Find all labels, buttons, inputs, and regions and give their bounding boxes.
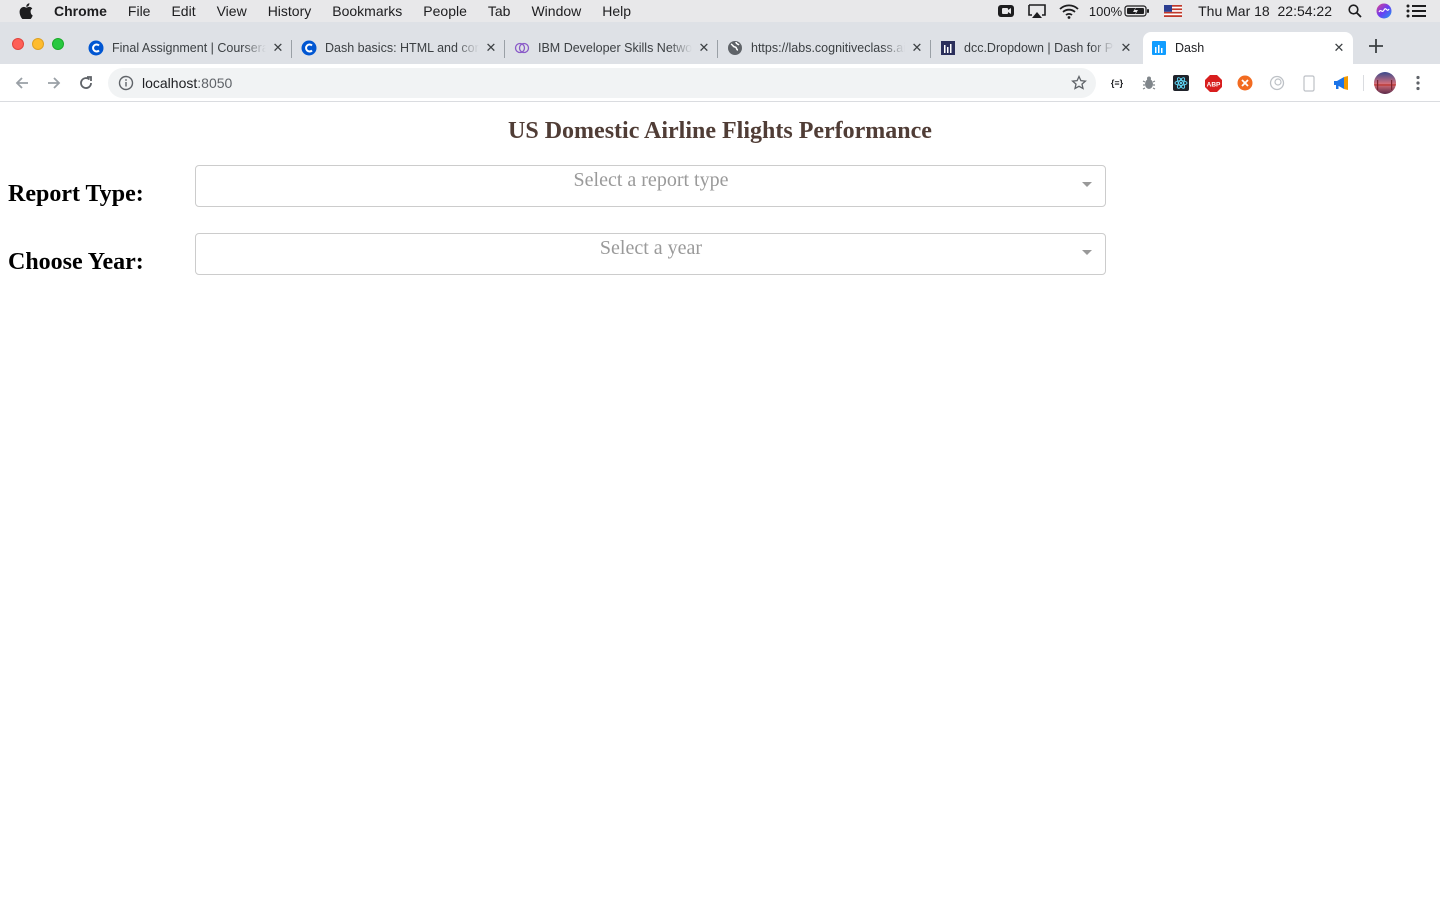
menu-bookmarks[interactable]: Bookmarks [332, 0, 402, 22]
chevron-down-icon[interactable] [1082, 250, 1092, 255]
reload-icon[interactable] [76, 73, 96, 93]
page-title: US Domestic Airline Flights Performance [508, 118, 932, 144]
menu-tab[interactable]: Tab [488, 0, 511, 22]
minimize-window-button[interactable] [32, 38, 44, 50]
close-tab-icon[interactable]: ✕ [696, 40, 712, 56]
apple-menu-icon[interactable] [19, 3, 37, 19]
tab-separator [291, 40, 292, 58]
tab-separator [930, 40, 931, 58]
back-icon[interactable] [12, 73, 32, 93]
dash-app: US Domestic Airline Flights Performance … [0, 102, 1440, 900]
bookmark-star-icon[interactable] [1070, 74, 1088, 92]
menu-view[interactable]: View [217, 0, 247, 22]
tab-dcc-dropdown[interactable]: dcc.Dropdown | Dash for Python ✕ [932, 32, 1140, 64]
svg-text:ABP: ABP [1206, 81, 1220, 88]
menubar-clock[interactable]: Thu Mar 18 22:54:22 [1198, 3, 1332, 19]
coursera-icon [88, 40, 104, 56]
close-tab-icon[interactable]: ✕ [1118, 40, 1134, 56]
tab-final-assignment[interactable]: Final Assignment | Coursera ✕ [80, 32, 292, 64]
address-bar[interactable]: localhost:8050 [108, 68, 1096, 98]
close-tab-icon[interactable]: ✕ [483, 40, 499, 56]
menu-people[interactable]: People [423, 0, 467, 22]
tab-title: Dash [1175, 41, 1205, 55]
menu-chrome[interactable]: Chrome [54, 0, 107, 22]
close-tab-icon[interactable]: ✕ [909, 40, 925, 56]
globe-icon [727, 40, 743, 56]
dash-icon [1151, 40, 1167, 56]
menu-window[interactable]: Window [531, 0, 581, 22]
facetime-camera-icon[interactable] [997, 4, 1015, 18]
profile-avatar[interactable] [1374, 72, 1396, 94]
bug-extension-icon[interactable] [1139, 73, 1159, 93]
orange-extension-icon[interactable] [1235, 73, 1255, 93]
device-extension-icon[interactable] [1299, 73, 1319, 93]
menu-file[interactable]: File [128, 0, 151, 22]
new-tab-icon[interactable] [1366, 36, 1386, 56]
tab-ibm-skills-network[interactable]: IBM Developer Skills Network ✕ [506, 32, 718, 64]
toolbar-divider [1363, 75, 1364, 91]
forward-icon[interactable] [44, 73, 64, 93]
menubar-status-area: 100% Thu Mar 18 22:54:22 [985, 0, 1440, 22]
menu-edit[interactable]: Edit [171, 0, 195, 22]
tab-dash-basics[interactable]: Dash basics: HTML and core components ✕ [293, 32, 505, 64]
url-host: localhost [142, 75, 198, 91]
battery-percent: 100% [1088, 3, 1123, 19]
chevron-down-icon[interactable] [1082, 182, 1092, 187]
ibm-skills-icon [514, 40, 530, 56]
tab-title: Dash basics: HTML and core components [325, 41, 479, 55]
year-placeholder: Select a year [599, 237, 703, 259]
tab-title: https://labs.cognitiveclass.ai [751, 41, 905, 55]
tab-title: IBM Developer Skills Network [538, 41, 692, 55]
json-formatter-extension-icon[interactable]: {≡} [1107, 73, 1127, 93]
tab-strip: Final Assignment | Coursera ✕ Dash basic… [0, 22, 1440, 64]
year-dropdown[interactable]: Select a year [195, 233, 1106, 275]
zoom-window-button[interactable] [52, 38, 64, 50]
window-controls [12, 38, 72, 50]
url-port: :8050 [197, 75, 233, 91]
report-type-row: Report Type: Select a report type [0, 165, 1440, 207]
site-info-icon[interactable] [118, 75, 134, 91]
tab-dash[interactable]: Dash ✕ [1143, 32, 1353, 64]
notification-center-icon[interactable] [1406, 4, 1426, 18]
report-type-placeholder: Select a report type [573, 169, 729, 191]
react-devtools-icon[interactable] [1171, 73, 1191, 93]
coursera-icon [301, 40, 317, 56]
year-row: Choose Year: Select a year [0, 233, 1440, 275]
macos-menubar: Chrome File Edit View History Bookmarks … [0, 0, 1440, 22]
chrome-menu-icon[interactable] [1408, 73, 1428, 93]
menu-history[interactable]: History [268, 0, 312, 22]
tab-cognitiveclass-labs[interactable]: https://labs.cognitiveclass.ai ✕ [719, 32, 931, 64]
us-flag-input-icon[interactable] [1164, 5, 1183, 17]
dash-docs-icon [940, 40, 956, 56]
choose-year-label: Choose Year: [8, 249, 144, 275]
adblock-plus-icon[interactable]: ABP [1203, 73, 1223, 93]
close-window-button[interactable] [12, 38, 24, 50]
spiral-extension-icon[interactable] [1267, 73, 1287, 93]
megaphone-extension-icon[interactable] [1331, 73, 1351, 93]
battery-icon[interactable] [1124, 5, 1150, 17]
tab-title: dcc.Dropdown | Dash for Python [964, 41, 1114, 55]
tab-title: Final Assignment | Coursera [112, 41, 266, 55]
tab-separator [717, 40, 718, 58]
browser-toolbar: localhost:8050 {≡} ABP [0, 64, 1440, 102]
close-tab-icon[interactable]: ✕ [1331, 40, 1347, 56]
report-type-dropdown[interactable]: Select a report type [195, 165, 1106, 207]
url-text[interactable]: localhost:8050 [142, 75, 232, 91]
spotlight-search-icon[interactable] [1348, 4, 1362, 18]
close-tab-icon[interactable]: ✕ [270, 40, 286, 56]
wifi-icon[interactable] [1059, 4, 1079, 19]
report-type-label: Report Type: [8, 181, 144, 207]
siri-icon[interactable] [1376, 3, 1392, 19]
menu-help[interactable]: Help [602, 0, 631, 22]
tab-separator [504, 40, 505, 58]
airplay-icon[interactable] [1027, 3, 1047, 19]
